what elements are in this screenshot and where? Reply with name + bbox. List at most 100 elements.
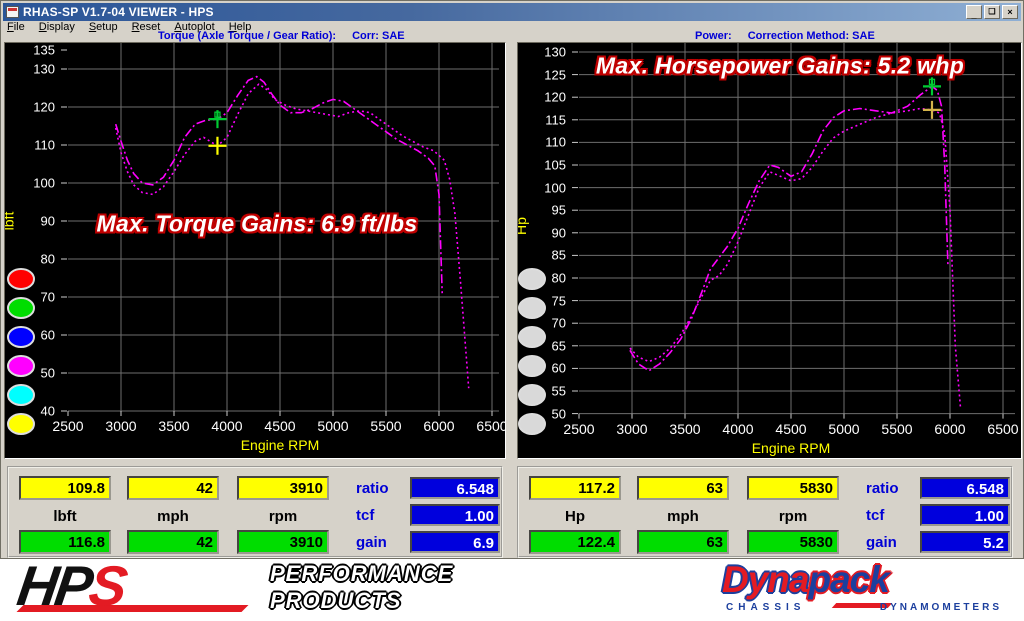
left-ratio-label: ratio [356,480,389,497]
xtick-label: 3500 [158,418,189,434]
app-window: RHAS-SP V1.7-04 VIEWER - HPS _ ❏ × File D… [0,0,1024,559]
menu-item-setup[interactable]: Setup [89,21,118,33]
right-tcf-value: 1.00 [920,504,1010,526]
left-run1-mph-value: 42 [127,476,219,500]
torque-chart-panel: 1351301201101009080706050402500300035004… [4,42,506,459]
xtick-label: 3500 [669,421,700,437]
ytick-label: 120 [21,100,55,115]
xtick-label: 4000 [722,421,753,437]
app-icon [6,6,19,18]
right-ratio-label: ratio [866,480,899,497]
left-tcf-value: 1.00 [410,504,500,526]
menu-item-reset[interactable]: Reset [132,21,161,33]
ytick-label: 120 [532,90,566,105]
ytick-label: 55 [532,384,566,399]
left-ratio-value: 6.548 [410,477,500,499]
left-run2-rpm-value: 3910 [237,530,329,554]
left-gain-label: gain [356,534,387,551]
ytick-label: 95 [532,203,566,218]
titlebar[interactable]: RHAS-SP V1.7-04 VIEWER - HPS _ ❏ × [3,3,1021,21]
trace-button-5[interactable] [8,385,34,405]
right-run1-hp-value: 117.2 [529,476,621,500]
left-run1-lbft-value: 109.8 [19,476,111,500]
ytick-label: 90 [21,214,55,229]
left-gain-value: 6.9 [410,531,500,553]
x-axis-unit-label: Engine RPM [752,440,831,456]
ytick-label: 65 [532,338,566,353]
xtick-label: 5500 [881,421,912,437]
x-axis-unit-label: Engine RPM [241,437,320,453]
ytick-label: 110 [532,135,566,150]
torque-curve-run2-with-product [116,77,443,294]
torque-plot [5,43,506,459]
power-gains-annotation: Max. Horsepower Gains: 5.2 whp [596,53,964,80]
menu-item-file[interactable]: File [7,21,25,33]
ytick-label: 50 [532,406,566,421]
left-unit-label-lbft: lbft [53,508,76,525]
right-tcf-label: tcf [866,507,884,524]
left-tcf-label: tcf [356,507,374,524]
xtick-label: 3000 [105,418,136,434]
right-unit-label-rpm: rpm [779,508,807,525]
xtick-label: 3000 [616,421,647,437]
dynapack-subtitle: CHASSIS DYNAMOMETERS [726,602,1002,613]
power-curve-run2-with-product [630,86,948,370]
window-buttons: _ ❏ × [966,5,1018,19]
ytick-label: 100 [532,180,566,195]
y-axis-unit-label: lbft [4,212,16,231]
right-unit-label-hp: Hp [565,508,585,525]
menu-item-display[interactable]: Display [39,21,75,33]
right-run2-hp-value: 122.4 [529,530,621,554]
close-button[interactable]: × [1002,5,1018,19]
xtick-label: 2500 [52,418,83,434]
power-chart-header: Power:Correction Method: SAE [695,30,875,42]
logo-strip: HPS PERFORMANCE PRODUCTS Dynapack CHASSI… [0,559,1024,621]
right-ratio-value: 6.548 [920,477,1010,499]
right-run1-mph-value: 63 [637,476,729,500]
restore-button[interactable]: ❏ [984,5,1000,19]
left-run2-lbft-value: 116.8 [19,530,111,554]
power-chart-panel: 1301251201151101051009590858075706560555… [517,42,1022,459]
ytick-label: 80 [21,252,55,267]
ytick-label: 85 [532,248,566,263]
left-run1-rpm-value: 3910 [237,476,329,500]
power-data-table: 117.2635830Hpmphrpm122.4635830ratio6.548… [517,466,1013,558]
ytick-label: 105 [532,158,566,173]
ytick-label: 80 [532,271,566,286]
ytick-label: 40 [21,404,55,419]
right-gain-value: 5.2 [920,531,1010,553]
ytick-label: 75 [532,293,566,308]
left-unit-label-rpm: rpm [269,508,297,525]
dynapack-logo: Dynapack CHASSIS DYNAMOMETERS [722,563,1002,619]
right-unit-label-mph: mph [667,508,699,525]
left-unit-label-mph: mph [157,508,189,525]
trace-button-1[interactable] [8,269,34,289]
hps-wordmark: HPS [13,553,128,618]
xtick-label: 4500 [775,421,806,437]
xtick-label: 4000 [211,418,242,434]
torque-chart-header: Torque (Axle Torque / Gear Ratio):Corr: … [158,30,405,42]
xtick-label: 6500 [476,418,506,434]
xtick-label: 6500 [987,421,1018,437]
ytick-label: 50 [21,366,55,381]
hps-logo: HPS PERFORMANCE PRODUCTS [18,559,478,621]
minimize-button[interactable]: _ [966,5,982,19]
ytick-label: 100 [21,176,55,191]
xtick-label: 5000 [317,418,348,434]
xtick-label: 2500 [563,421,594,437]
right-run2-rpm-value: 5830 [747,530,839,554]
ytick-label: 130 [532,45,566,60]
xtick-label: 5000 [828,421,859,437]
torque-data-table: 109.8423910lbftmphrpm116.8423910ratio6.5… [7,466,503,558]
ytick-label: 70 [21,290,55,305]
ytick-label: 60 [21,328,55,343]
xtick-label: 6000 [423,418,454,434]
ytick-label: 70 [532,316,566,331]
ytick-label: 130 [21,62,55,77]
chart-header-strip: Torque (Axle Torque / Gear Ratio):Corr: … [3,33,1021,42]
hps-tagline: PERFORMANCE PRODUCTS [270,560,453,614]
right-gain-label: gain [866,534,897,551]
ytick-label: 110 [21,138,55,153]
xtick-label: 4500 [264,418,295,434]
screenshot-root: RHAS-SP V1.7-04 VIEWER - HPS _ ❏ × File D… [0,0,1024,621]
